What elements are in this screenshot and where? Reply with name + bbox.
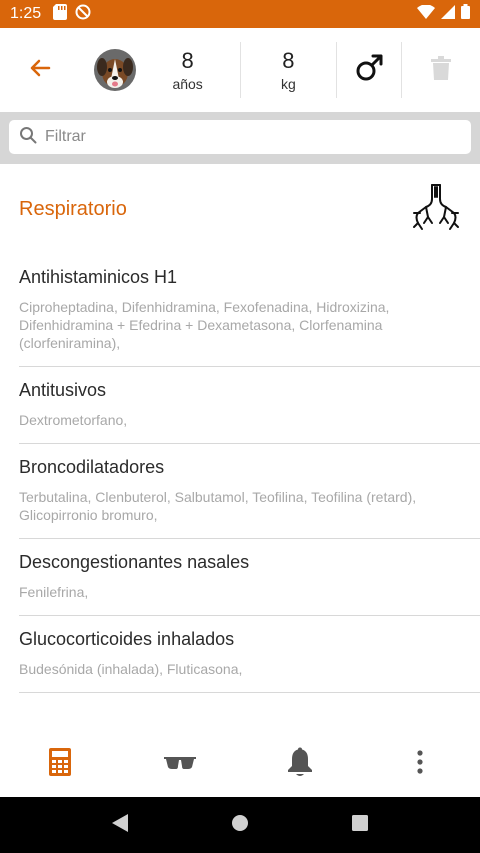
nav-glasses[interactable] [120, 731, 240, 797]
list-item[interactable]: Glucocorticoides inhalados Budesónida (i… [19, 616, 480, 693]
sex-button[interactable] [337, 40, 401, 100]
weight-stat: 8 kg [241, 40, 337, 100]
list-item[interactable]: Descongestionantes nasales Fenilefrina, [19, 539, 480, 616]
lungs-icon [412, 183, 460, 236]
glasses-icon [164, 755, 196, 774]
list-item[interactable]: Antihistaminicos H1 Ciproheptadina, Dife… [19, 254, 480, 367]
drug-category-list: Respiratorio Antihistaminicos H1 Ciprohe… [0, 164, 480, 730]
avatar[interactable] [93, 49, 136, 91]
age-unit: años [172, 76, 203, 92]
item-title: Descongestionantes nasales [19, 552, 250, 572]
trash-icon [431, 55, 452, 85]
more-vert-icon [417, 749, 423, 779]
pet-header: 8 años 8 kg [0, 28, 480, 112]
triangle-back-icon [111, 813, 129, 838]
battery-icon [461, 4, 470, 24]
signal-icon [441, 4, 455, 24]
filter-bar [0, 112, 480, 164]
age-stat: 8 años [136, 40, 240, 100]
wifi-icon [417, 3, 435, 24]
item-title: Glucocorticoides inhalados [19, 629, 235, 649]
nav-notifications[interactable] [240, 731, 360, 797]
weight-unit: kg [281, 76, 296, 92]
dog-avatar [93, 49, 136, 91]
item-description: Terbutalina, Clenbuterol, Salbutamol, Te… [19, 489, 417, 523]
item-title: Antihistaminicos H1 [19, 267, 178, 287]
search-icon [19, 126, 37, 149]
weight-value: 8 [282, 48, 295, 73]
back-button[interactable] [0, 28, 80, 112]
square-recents-icon [351, 814, 369, 837]
filter-input[interactable] [45, 128, 461, 146]
section-title: Respiratorio [19, 197, 127, 220]
item-title: Antitusivos [19, 380, 107, 400]
nav-more[interactable] [360, 731, 480, 797]
bell-icon [287, 747, 313, 782]
item-description: Dextrometorfano, [19, 412, 128, 428]
system-navigation-bar [0, 797, 480, 853]
arrow-left-icon [28, 56, 52, 85]
system-back-button[interactable] [100, 805, 140, 845]
calculator-icon [49, 747, 71, 781]
do-not-disturb-icon [75, 4, 91, 25]
bottom-navigation [0, 731, 480, 797]
delete-button[interactable] [402, 40, 480, 100]
item-description: Budesónida (inhalada), Fluticasona, [19, 661, 243, 677]
section-header: Respiratorio [0, 164, 480, 254]
male-symbol-icon [354, 53, 384, 88]
age-value: 8 [181, 48, 194, 73]
item-description: Fenilefrina, [19, 584, 89, 600]
item-description: Ciproheptadina, Difenhidramina, Fexofena… [19, 299, 390, 351]
nav-calculator[interactable] [0, 731, 120, 797]
list-item[interactable]: Antitusivos Dextrometorfano, [19, 367, 480, 444]
list-item[interactable]: Broncodilatadores Terbutalina, Clenbuter… [19, 444, 480, 539]
status-bar: 1:25 [0, 0, 480, 28]
sd-card-icon [53, 3, 68, 25]
item-title: Broncodilatadores [19, 457, 165, 477]
filter-field[interactable] [9, 120, 471, 154]
system-recents-button[interactable] [340, 805, 380, 845]
circle-home-icon [231, 814, 249, 837]
system-home-button[interactable] [220, 805, 260, 845]
status-time: 1:25 [10, 5, 42, 22]
